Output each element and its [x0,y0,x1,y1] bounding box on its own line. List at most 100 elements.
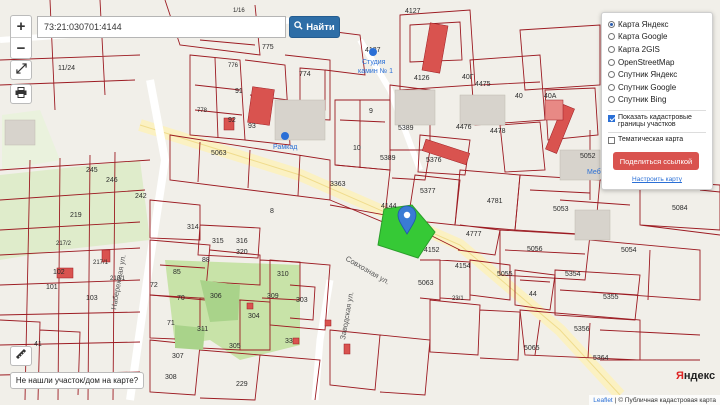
parcel-label: 5356 [574,326,590,333]
parcel-label: 33 [285,338,293,345]
parcel-label: 246 [106,177,118,184]
parcel-label: 5063 [211,150,227,157]
parcel-label: 8 [270,208,274,215]
parcel-label: 219 [70,212,82,219]
layer-list: Карта Яндекс Карта Google Карта 2GIS Ope… [608,18,712,106]
radio-icon [608,33,615,41]
parcel-label: 71 [167,320,175,327]
parcel-label: 5084 [672,205,688,212]
parcel-label: 40 [515,93,523,100]
parcel-label: 309 [267,293,279,300]
parcel-label: 5065 [524,345,540,352]
street-label: Набережная ул. [109,254,128,310]
parcel-label: 91 [235,88,243,95]
configure-map-link[interactable]: Настроить карту [608,176,712,183]
parcel-label: 306 [210,293,222,300]
parcel-label: 5054 [621,247,637,254]
parcel-label: 5389 [380,155,396,162]
share-link-button[interactable]: Поделиться ссылкой [613,152,699,171]
layer-option-google-satellite[interactable]: Спутник Google [608,81,712,94]
ruler-button[interactable] [10,346,32,366]
search-input[interactable] [38,17,285,37]
radio-icon [608,83,615,91]
parcel-label: 92 [228,117,236,124]
parcel-label: 310 [277,271,289,278]
parcel-label: 40Г [462,74,474,81]
show-cadastral-checkbox[interactable]: Показать кадастровые границы участков [608,114,712,128]
print-button[interactable] [10,84,32,104]
poi-label: Рамкад [273,144,297,151]
parcel-label: 774 [299,71,311,78]
parcel-label: 93 [248,123,256,130]
search-box [37,16,286,38]
parcel-label: 4152 [424,247,440,254]
thematic-map-checkbox[interactable]: Тематическая карта [608,136,712,145]
parcel-label: 1/16 [233,8,245,14]
printer-icon [15,85,27,103]
poi-label: камин № 1 [358,68,393,75]
parcel-label: 4781 [487,198,503,205]
layer-option-google-map[interactable]: Карта Google [608,31,712,44]
radio-icon [608,71,615,79]
expand-icon [15,61,27,79]
parcel-label: 5055 [497,271,513,278]
parcel-label: 775 [262,44,274,51]
street-label: Совхозная ул. [344,254,391,286]
parcel-label: 245 [86,167,98,174]
zoom-in-button[interactable]: + [11,16,31,37]
layer-option-osm[interactable]: OpenStreetMap [608,56,712,69]
parcel-label: 11/24 [58,65,75,72]
parcel-label: 102 [53,269,65,276]
layer-option-yandex-satellite[interactable]: Спутник Яндекс [608,68,712,81]
parcel-label: 9 [369,108,373,115]
parcel-label: 305 [229,343,241,350]
search-button-label: Найти [306,21,335,33]
radio-icon [608,58,615,66]
parcel-label: 5377 [420,188,436,195]
parcel-label: 4476 [456,124,472,131]
parcel-label: 4777 [466,231,482,238]
parcel-label: 314 [187,224,199,231]
checkbox-icon [608,115,615,123]
parcel-label: 70 [177,295,185,302]
parcel-label: 4478 [490,128,506,135]
parcel-label: 5052 [580,153,596,160]
parcel-label: 5053 [553,206,569,213]
street-label: Заводская ул. [338,291,355,340]
checkbox-icon [608,137,615,145]
parcel-label: 3363 [330,181,346,188]
radio-icon [608,20,615,28]
parcel-label: 4475 [475,81,491,88]
layers-panel: Карта Яндекс Карта Google Карта 2GIS Ope… [601,12,713,190]
parcel-label: 103 [86,295,98,302]
attribution: Leaflet | © Публичная кадастровая карта [589,395,720,405]
zoom-out-button[interactable]: − [11,37,31,59]
parcel-label: 88 [202,257,210,264]
not-found-button[interactable]: Не нашли участок/дом на карте? [10,372,144,389]
leaflet-link[interactable]: Leaflet [593,397,613,404]
poi-label: Меб [587,168,601,176]
radio-icon [608,96,615,104]
parcel-label: 10 [353,145,361,152]
ruler-icon [15,347,27,365]
parcel-label: 5354 [565,271,581,278]
parcel-label: 308 [165,374,177,381]
parcel-label: 217/2 [56,241,72,247]
layer-option-bing-satellite[interactable]: Спутник Bing [608,94,712,107]
zoom-control: + − [10,15,32,59]
location-pin-icon [397,205,417,235]
fullscreen-button[interactable] [10,60,32,80]
parcel-label: 4126 [414,75,430,82]
parcel-label: 23/1 [452,296,464,302]
map-canvas[interactable]: 4127 4127 1/16 11/24 775 776 774 91 92 9… [0,0,720,405]
parcel-label: 229 [236,381,248,388]
layer-option-2gis-map[interactable]: Карта 2GIS [608,43,712,56]
parcel-label: 5056 [527,246,543,253]
parcel-label: 303 [296,297,308,304]
parcel-label: 242 [135,193,147,200]
parcel-label: 778 [197,108,208,114]
layer-option-yandex-map[interactable]: Карта Яндекс [608,18,712,31]
parcel-label: 5364 [593,355,609,362]
search-button[interactable]: Найти [289,16,340,38]
parcel-label: 41 [34,341,42,348]
